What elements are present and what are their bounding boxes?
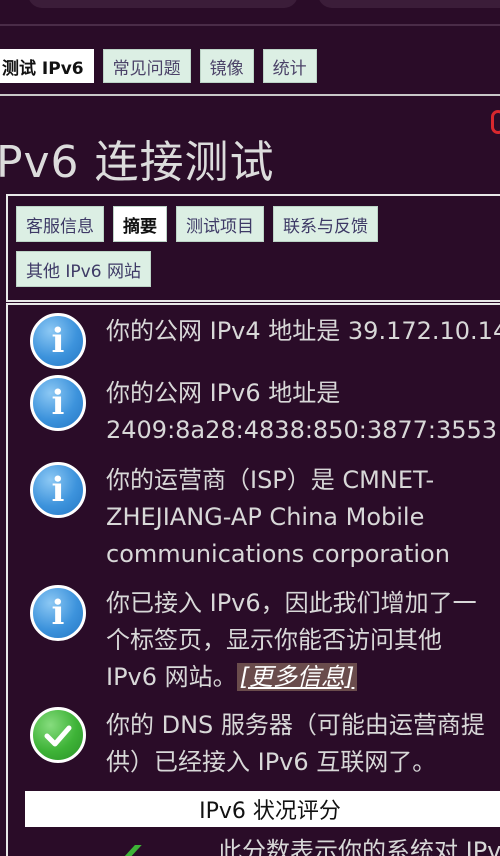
tab-mirrors[interactable]: 镜像 <box>199 49 254 83</box>
subtab-support-info[interactable]: 客服信息 <box>16 206 104 242</box>
nav-divider <box>0 94 500 96</box>
top-input-left[interactable] <box>28 0 298 8</box>
page: 测试 IPv6 常见问题 镜像 统计 IPv6 连接测试 客服信息 摘要 测试项… <box>0 0 500 856</box>
top-input-right[interactable] <box>318 0 500 8</box>
info-icon: i <box>30 375 86 431</box>
more-info-link[interactable]: [更多信息] <box>236 663 358 691</box>
score-heading: IPv6 状况评分 <box>25 791 500 827</box>
info-icon: i <box>30 585 86 641</box>
subnav-panel: 客服信息 摘要 测试项目 联系与反馈 其他 IPv6 网站 <box>6 194 500 302</box>
info-icon: i <box>30 462 86 518</box>
tab-stats[interactable]: 统计 <box>262 49 317 83</box>
results-panel: i 你的公网 IPv4 地址是 39.172.10.14 i 你的公网 IPv6… <box>6 303 500 856</box>
result-text: 你的公网 IPv4 地址是 39.172.10.14 <box>106 317 500 345</box>
check-icon <box>30 707 86 763</box>
main-nav: 测试 IPv6 常见问题 镜像 统计 <box>0 49 317 83</box>
tab-faq[interactable]: 常见问题 <box>102 49 191 83</box>
tab-test-ipv6[interactable]: 测试 IPv6 <box>0 49 94 83</box>
subtab-contact[interactable]: 联系与反馈 <box>273 206 378 242</box>
info-icon: i <box>30 313 86 369</box>
subtab-summary[interactable]: 摘要 <box>113 206 167 242</box>
subtab-other-sites[interactable]: 其他 IPv6 网站 <box>16 251 151 287</box>
language-icon[interactable] <box>491 110 500 134</box>
result-text: 你已接入 IPv6，因此我们增加了一 个标签页，显示你能否访问其他 IPv6 网… <box>106 585 500 696</box>
top-divider <box>0 24 500 26</box>
score-check-icon <box>124 845 142 856</box>
score-description: 此分数表示你的系统对 IPv <box>218 837 500 856</box>
page-title: IPv6 连接测试 <box>0 137 275 188</box>
result-text: 你的运营商（ISP）是 CMNET- ZHEJIANG-AP China Mob… <box>106 466 450 568</box>
subtab-tests[interactable]: 测试项目 <box>176 206 264 242</box>
subnav: 客服信息 摘要 测试项目 联系与反馈 其他 IPv6 网站 <box>16 206 496 287</box>
result-text: 你的公网 IPv6 地址是 2409:8a28:4838:850:3877:35… <box>106 379 498 444</box>
result-text: 你的 DNS 服务器（可能由运营商提 供）已经接入 IPv6 互联网了。 <box>106 711 485 776</box>
